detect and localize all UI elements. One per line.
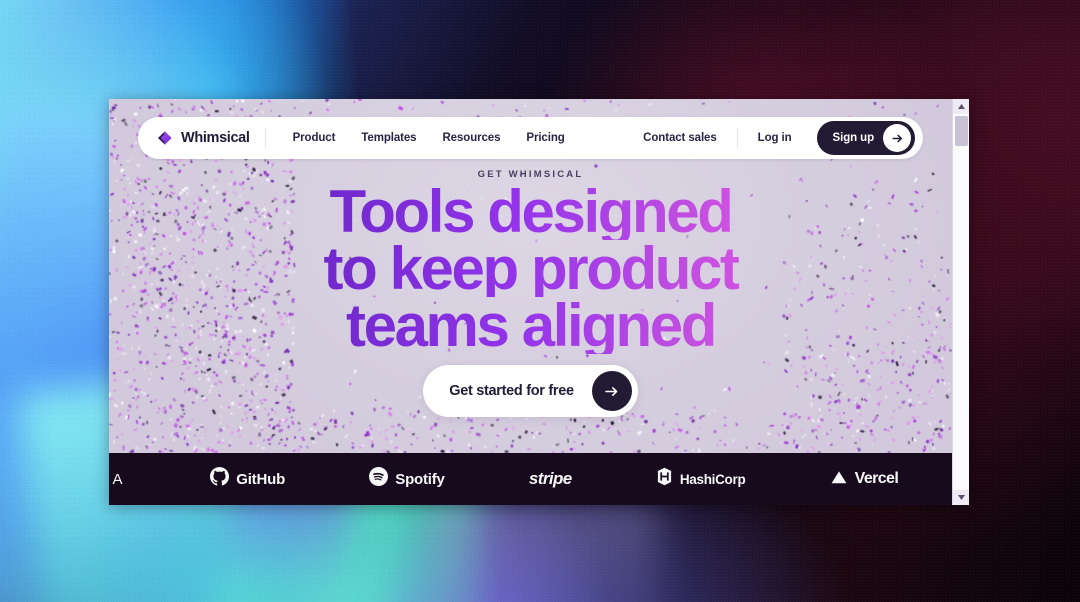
nav-link-pricing[interactable]: Pricing <box>513 126 577 150</box>
logo-tesla: TESLA <box>109 471 126 488</box>
page-scrollbar[interactable] <box>952 99 969 505</box>
aurora-ribbon-5 <box>430 500 660 602</box>
arrow-right-icon <box>883 124 911 152</box>
nav-actions: Contact sales Log in Sign up <box>631 118 918 158</box>
logo-hashicorp-label: HashiCorp <box>679 471 746 487</box>
browser-viewport: Whimsical Product Templates Resources Pr… <box>109 99 969 505</box>
hero-section: Whimsical Product Templates Resources Pr… <box>109 99 952 453</box>
hero-cta-wrap: Get started for free <box>109 365 952 417</box>
spotify-waves-icon <box>369 467 389 491</box>
desktop-background: Whimsical Product Templates Resources Pr… <box>0 0 1080 602</box>
nav-link-templates[interactable]: Templates <box>348 126 429 150</box>
hero-headline-line-2: to keep product <box>109 239 952 299</box>
customer-logo-strip: TESLA GitHub <box>109 453 952 505</box>
hero-headline-line-3: teams aligned <box>109 296 952 356</box>
logo-spotify-label: Spotify <box>395 470 445 488</box>
brand-name: Whimsical <box>181 130 250 146</box>
logo-tesla-label: TESLA <box>109 470 127 488</box>
get-started-button-label: Get started for free <box>449 383 574 399</box>
hero-headline: Tools designed to keep product teams ali… <box>109 182 952 356</box>
hero-headline-line-1: Tools designed <box>109 182 952 242</box>
vercel-triangle-icon <box>830 469 848 490</box>
logo-stripe: stripe <box>529 469 572 489</box>
contact-sales-link[interactable]: Contact sales <box>631 126 728 150</box>
logo-hashicorp: HashiCorp <box>656 467 746 491</box>
brand-logo[interactable]: Whimsical <box>155 129 250 148</box>
nav-pill: Whimsical Product Templates Resources Pr… <box>138 117 923 159</box>
nav-action-divider <box>736 128 738 148</box>
scrollbar-up-arrow-icon[interactable] <box>953 99 969 114</box>
signup-button[interactable]: Sign up <box>813 118 918 158</box>
logo-github: GitHub <box>210 467 285 491</box>
scrollbar-track[interactable] <box>953 114 969 490</box>
whimsical-diamond-logo-icon <box>155 129 174 148</box>
nav-divider <box>264 128 266 148</box>
login-link[interactable]: Log in <box>746 126 804 150</box>
nav-link-resources[interactable]: Resources <box>429 126 513 150</box>
logo-stripe-label: stripe <box>528 469 572 488</box>
scrollbar-down-arrow-icon[interactable] <box>953 490 969 505</box>
logo-track: TESLA GitHub <box>109 467 952 491</box>
github-cat-icon <box>210 467 230 491</box>
nav-link-product[interactable]: Product <box>280 126 349 150</box>
signup-button-label: Sign up <box>832 132 875 144</box>
arrow-right-icon <box>591 371 632 411</box>
page-scroll-area: Whimsical Product Templates Resources Pr… <box>109 99 952 505</box>
nav-links: Product Templates Resources Pricing <box>280 126 578 150</box>
navigation-bar: Whimsical Product Templates Resources Pr… <box>138 117 923 159</box>
logo-github-label: GitHub <box>236 470 286 488</box>
scrollbar-thumb[interactable] <box>955 116 968 146</box>
logo-vercel: Vercel <box>830 469 899 490</box>
hashicorp-h-icon <box>656 467 673 491</box>
get-started-button[interactable]: Get started for free <box>423 365 638 417</box>
logo-vercel-label: Vercel <box>854 470 899 487</box>
logo-spotify: Spotify <box>369 467 445 491</box>
